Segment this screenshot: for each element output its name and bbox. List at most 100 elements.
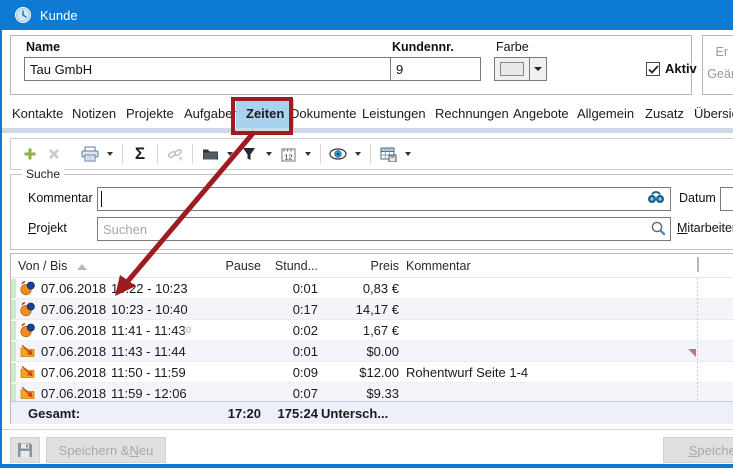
text-cursor <box>101 191 102 207</box>
mitarbeiter-label: Mitarbeiter <box>677 221 733 235</box>
tab-projekte[interactable]: Projekte <box>126 100 174 128</box>
cell-date: 07.06.2018 <box>41 323 106 338</box>
print-dropdown[interactable] <box>102 141 117 167</box>
col-kommentar[interactable]: Kommentar <box>406 259 471 273</box>
sum-button[interactable]: Σ <box>128 141 152 167</box>
search-legend: Suche <box>22 167 64 181</box>
plus-icon <box>23 147 37 161</box>
meta-panel <box>702 35 733 95</box>
view-dropdown[interactable] <box>350 141 365 167</box>
cell-stunden: 0:07 <box>263 386 318 401</box>
row-marker <box>11 342 16 361</box>
filter-dropdown[interactable] <box>261 141 276 167</box>
save-button[interactable]: Speichern <box>663 437 733 463</box>
save-icon-button[interactable] <box>10 437 40 463</box>
tab-allgemein[interactable]: Allgemein <box>577 100 634 128</box>
add-button[interactable] <box>18 141 42 167</box>
toolbar-separator <box>122 144 123 164</box>
folder-icon <box>202 147 219 161</box>
cell-preis: 14,17 € <box>311 302 399 317</box>
toolbar-separator <box>320 144 321 164</box>
chevron-down-icon <box>227 152 233 156</box>
farbe-label: Farbe <box>496 40 529 54</box>
cell-date: 07.06.2018 <box>41 302 106 317</box>
table-save-dropdown[interactable] <box>400 141 415 167</box>
chevron-down-icon <box>355 152 361 156</box>
table-row[interactable]: 07.06.2018 10:23 - 10:40 0:17 14,17 € <box>11 299 733 320</box>
col-pause[interactable]: Pause <box>191 259 261 273</box>
folder-export-icon <box>20 344 35 363</box>
table-row[interactable]: 07.06.2018 11:50 - 11:59 0:09 $12.00 Roh… <box>11 362 733 383</box>
color-dropdown-button[interactable] <box>530 57 547 81</box>
delete-button[interactable] <box>42 141 66 167</box>
tab-angebote[interactable]: Angebote <box>513 100 569 128</box>
calendar-dropdown[interactable] <box>300 141 315 167</box>
calendar-icon: 12 <box>281 147 296 162</box>
open-folder-button[interactable] <box>198 141 222 167</box>
totals-pause: 17:20 <box>181 406 261 421</box>
toolbar-separator <box>157 144 158 164</box>
tab-kontakte[interactable]: Kontakte <box>12 100 63 128</box>
column-resize-handle[interactable] <box>697 257 699 272</box>
chevron-down-icon <box>405 152 411 156</box>
cell-date: 07.06.2018 <box>41 281 106 296</box>
table-row[interactable]: 07.06.2018 10:22 - 10:23 0:01 0,83 € <box>11 278 733 299</box>
tab-zeiten[interactable]: Zeiten <box>236 100 294 128</box>
toolbar-separator <box>370 144 371 164</box>
add-link-button <box>163 141 187 167</box>
datum-input[interactable] <box>720 187 733 211</box>
chevron-down-icon <box>107 152 113 156</box>
projekt-search-input[interactable] <box>97 217 671 241</box>
table-row[interactable]: 07.06.2018 11:43 - 11:44 0:01 $0.00 <box>11 341 733 362</box>
col-stunden[interactable]: Stund... <box>263 259 318 273</box>
cell-stunden: 0:17 <box>263 302 318 317</box>
tab-zusatz[interactable]: Zusatz <box>645 100 684 128</box>
cell-time: 11:41 - 11:43 <box>111 323 186 338</box>
table-save-button[interactable] <box>376 141 400 167</box>
col-preis[interactable]: Preis <box>321 259 399 273</box>
name-label: Name <box>26 40 60 54</box>
x-icon <box>48 148 60 160</box>
totals-preis: Untersch... <box>321 406 388 421</box>
print-button[interactable] <box>78 141 102 167</box>
table-row[interactable]: 07.06.2018 11:41 - 11:43 (0 0:02 1,67 € <box>11 320 733 341</box>
kommentar-search-input[interactable] <box>97 187 671 211</box>
sigma-icon: Σ <box>135 144 145 164</box>
filter-button[interactable] <box>237 141 261 167</box>
calendar-button[interactable]: 12 <box>276 141 300 167</box>
timer-icon <box>20 302 35 322</box>
name-input[interactable] <box>24 57 397 81</box>
tab-aufgaben[interactable]: Aufgaben <box>184 100 240 128</box>
chevron-down-icon <box>305 152 311 156</box>
table-save-icon <box>380 147 397 162</box>
kundennr-input[interactable] <box>390 57 481 81</box>
kunde-window: Kunde Name Kundennr. Farbe Aktiv Er Geär… <box>0 0 733 468</box>
svg-text:12: 12 <box>284 152 292 161</box>
edit-marker: (0 <box>183 325 191 335</box>
timer-icon <box>20 323 35 343</box>
tab-uebersicht[interactable]: Übersicht <box>694 100 733 128</box>
window-bottom-border <box>2 464 733 468</box>
floppy-icon <box>17 442 33 458</box>
tab-rechnungen[interactable]: Rechnungen <box>435 100 509 128</box>
save-and-new-button[interactable]: Speichern & Neu <box>46 437 166 463</box>
view-button[interactable] <box>326 141 350 167</box>
tab-underline-strip <box>2 128 733 133</box>
window-title: Kunde <box>40 8 78 23</box>
tab-dokumente[interactable]: Dokumente <box>290 100 356 128</box>
tab-notizen[interactable]: Notizen <box>72 100 116 128</box>
footer-divider <box>2 429 733 430</box>
row-marker <box>11 363 16 382</box>
col-von-bis[interactable]: Von / Bis <box>18 259 67 273</box>
cell-preis: $12.00 <box>311 365 399 380</box>
open-folder-dropdown[interactable] <box>222 141 237 167</box>
tab-leistungen[interactable]: Leistungen <box>362 100 426 128</box>
color-swatch[interactable] <box>494 57 530 81</box>
kommentar-label: Kommentar <box>28 191 93 205</box>
datum-label: Datum <box>679 191 716 205</box>
cell-time: 11:50 - 11:59 <box>111 365 186 380</box>
cell-preis: 0,83 € <box>311 281 399 296</box>
cell-stunden: 0:09 <box>263 365 318 380</box>
aktiv-checkbox[interactable] <box>646 62 660 76</box>
link-icon <box>167 146 183 162</box>
